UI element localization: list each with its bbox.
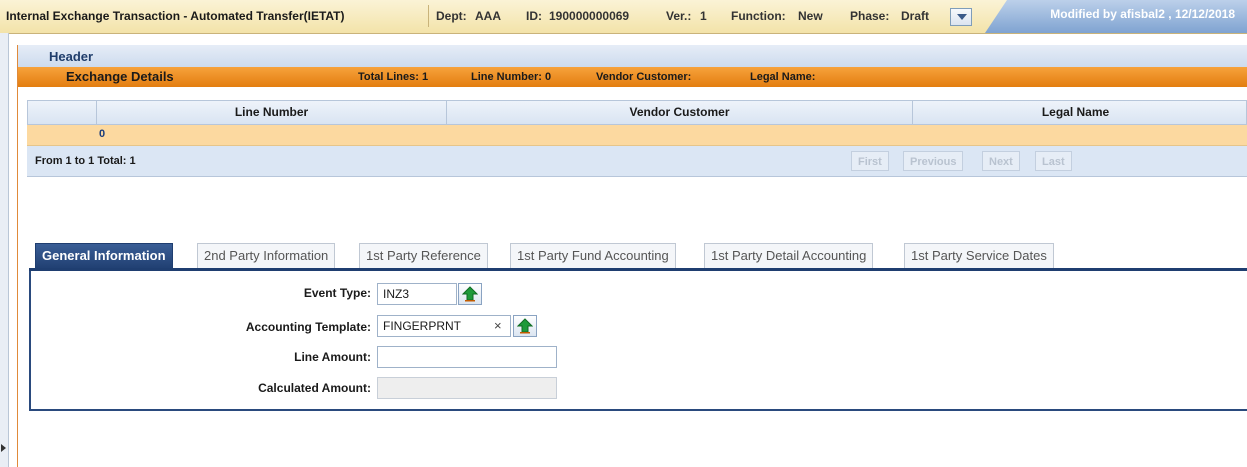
title-bar: Internal Exchange Transaction - Automate…	[0, 0, 1247, 34]
line-amount-label: Line Amount:	[294, 350, 371, 364]
accounting-template-label: Accounting Template:	[245, 320, 371, 334]
lines-grid: Line Number Vendor Customer Legal Name 0…	[27, 100, 1247, 177]
collapse-panel-edge[interactable]	[0, 33, 9, 467]
tab-2nd-party-information[interactable]: 2nd Party Information	[197, 243, 336, 268]
cell-line-number: 0	[99, 128, 106, 140]
vendor-customer-summary: Vendor Customer:	[596, 71, 692, 83]
dropdown-arrow-icon	[957, 14, 967, 20]
last-page-button[interactable]: Last	[1035, 151, 1072, 171]
clear-icon[interactable]: ×	[494, 318, 502, 333]
accounting-template-lookup-button[interactable]	[513, 315, 537, 337]
grid-select-header	[28, 101, 96, 124]
first-page-button[interactable]: First	[851, 151, 889, 171]
function-label: Function:	[731, 9, 786, 23]
grid-header: Line Number Vendor Customer Legal Name	[27, 100, 1247, 125]
document-title: Internal Exchange Transaction - Automate…	[6, 9, 345, 23]
exchange-details-title: Exchange Details	[66, 69, 174, 84]
event-type-lookup-button[interactable]	[458, 283, 482, 305]
header-section[interactable]: Header	[18, 45, 1247, 67]
event-type-label: Event Type:	[303, 286, 371, 300]
column-header-vendor-customer[interactable]: Vendor Customer	[446, 101, 912, 124]
line-amount-input[interactable]	[377, 346, 557, 368]
upload-arrow-icon	[517, 318, 533, 334]
id-value: 190000000069	[549, 9, 630, 23]
title-dropdown-button[interactable]	[950, 8, 972, 26]
previous-page-button[interactable]: Previous	[903, 151, 964, 171]
ver-value: 1	[700, 9, 707, 23]
tab-1st-party-fund-accounting[interactable]: 1st Party Fund Accounting	[510, 243, 676, 268]
header-title: Header	[49, 49, 94, 64]
line-number-summary: Line Number: 0	[471, 71, 552, 83]
ver-label: Ver.:	[666, 9, 692, 23]
phase-value: Draft	[901, 9, 930, 23]
general-information-panel: Event Type: INZ3 Accounting Template: FI…	[29, 271, 1247, 411]
column-header-legal-name[interactable]: Legal Name	[912, 101, 1238, 124]
tab-general-information[interactable]: General Information	[35, 243, 173, 270]
next-page-button[interactable]: Next	[982, 151, 1020, 171]
accounting-template-input[interactable]: FINGERPRNT	[377, 315, 511, 337]
event-type-input[interactable]: INZ3	[377, 283, 457, 305]
total-lines: Total Lines: 1	[358, 71, 429, 83]
function-value: New	[798, 9, 823, 23]
modified-banner: Modified by afisbal2 , 12/12/2018	[985, 0, 1247, 33]
calculated-amount-input	[377, 377, 557, 399]
tab-1st-party-service-dates[interactable]: 1st Party Service Dates	[904, 243, 1054, 268]
id-label: ID:	[526, 9, 542, 23]
modified-text: Modified by afisbal2 , 12/12/2018	[1050, 7, 1235, 21]
pager-summary: From 1 to 1 Total: 1	[35, 155, 136, 167]
exchange-details-bar[interactable]: Exchange Details Total Lines: 1 Line Num…	[18, 67, 1247, 87]
upload-arrow-icon	[462, 286, 478, 302]
table-row[interactable]: 0	[27, 125, 1247, 146]
divider	[428, 5, 429, 27]
column-header-line-number[interactable]: Line Number	[96, 101, 446, 124]
legal-name-summary: Legal Name:	[750, 71, 816, 83]
phase-label: Phase:	[850, 9, 890, 23]
dept-value: AAA	[475, 9, 501, 23]
collapse-arrow-icon[interactable]	[1, 444, 6, 452]
dept-label: Dept:	[436, 9, 467, 23]
tab-1st-party-detail-accounting[interactable]: 1st Party Detail Accounting	[704, 243, 874, 268]
divider	[17, 45, 18, 467]
tab-1st-party-reference[interactable]: 1st Party Reference	[359, 243, 488, 268]
grid-pager: From 1 to 1 Total: 1 First Previous Next…	[27, 146, 1247, 177]
calculated-amount-label: Calculated Amount:	[258, 381, 371, 395]
